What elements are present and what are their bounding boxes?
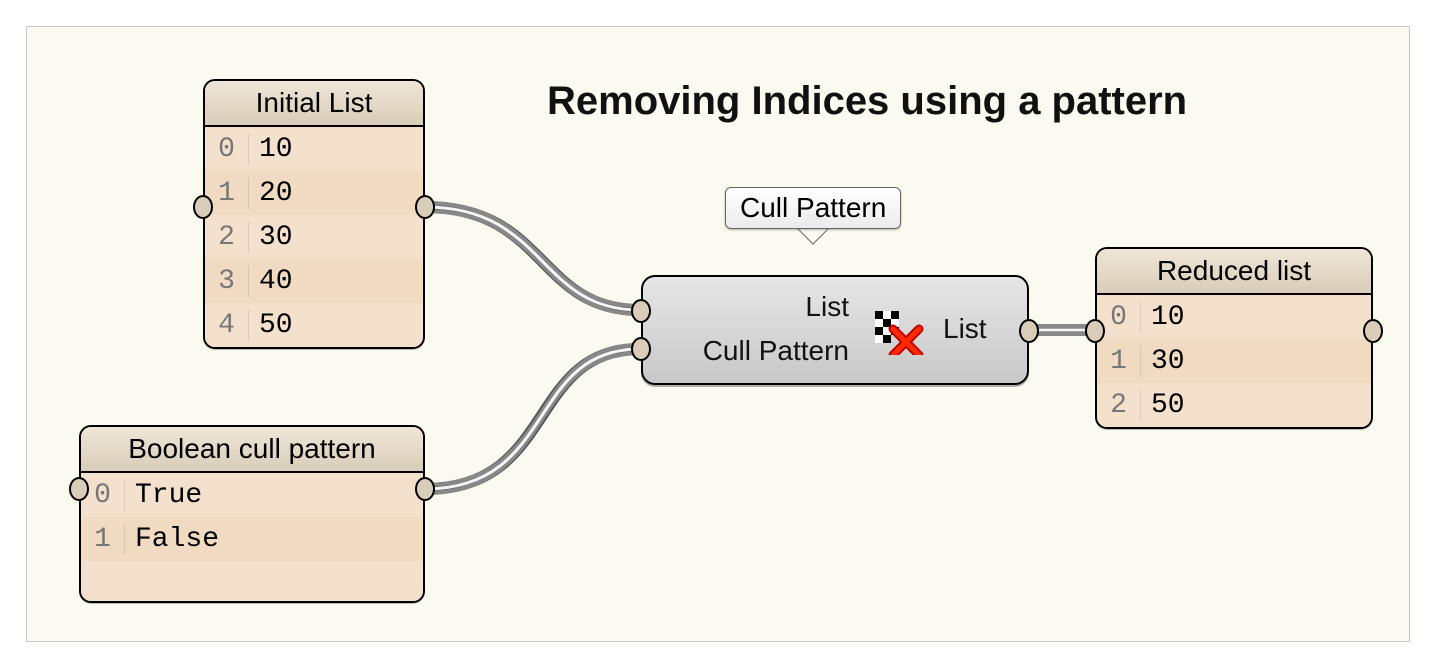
list-item: 340 (205, 259, 423, 303)
panel-initial-list[interactable]: Initial List 010 120 230 340 450 (203, 79, 425, 349)
list-item: 250 (1097, 383, 1371, 427)
panel-output-grip[interactable] (1363, 319, 1383, 343)
panel-body: 010 120 230 340 450 (205, 127, 423, 347)
list-item: 230 (205, 215, 423, 259)
list-item: 010 (205, 127, 423, 171)
diagram-canvas: Removing Indices using a pattern Initial… (26, 26, 1410, 642)
list-item: 1False (81, 517, 423, 561)
panel-input-grip[interactable] (69, 477, 89, 501)
node-input-grip-list[interactable] (631, 299, 651, 323)
panel-input-grip[interactable] (193, 195, 213, 219)
list-item: 130 (1097, 339, 1371, 383)
panel-header: Initial List (205, 81, 423, 127)
list-item: 0True (81, 473, 423, 517)
panel-output-grip[interactable] (415, 477, 435, 501)
list-item: 120 (205, 171, 423, 215)
panel-output-grip[interactable] (415, 195, 435, 219)
list-item: 450 (205, 303, 423, 347)
list-item: 010 (1097, 295, 1371, 339)
node-input-pattern-label: Cull Pattern (703, 335, 849, 367)
node-output-label: List (943, 313, 987, 345)
panel-header: Boolean cull pattern (81, 427, 423, 473)
panel-empty-space (81, 561, 423, 601)
panel-reduced-list[interactable]: Reduced list 010 130 250 (1095, 247, 1373, 429)
node-output-grip[interactable] (1019, 319, 1039, 343)
panel-body: 010 130 250 (1097, 295, 1371, 427)
panel-input-grip[interactable] (1085, 319, 1105, 343)
node-input-list-label: List (805, 291, 849, 323)
panel-body: 0True 1False (81, 473, 423, 561)
diagram-title: Removing Indices using a pattern (547, 79, 1187, 124)
cull-pattern-icon (875, 311, 925, 355)
panel-header: Reduced list (1097, 249, 1371, 295)
node-tooltip: Cull Pattern (725, 187, 901, 229)
node-cull-pattern[interactable]: List Cull Pattern List (641, 275, 1029, 385)
node-input-grip-pattern[interactable] (631, 337, 651, 361)
panel-boolean-pattern[interactable]: Boolean cull pattern 0True 1False (79, 425, 425, 603)
